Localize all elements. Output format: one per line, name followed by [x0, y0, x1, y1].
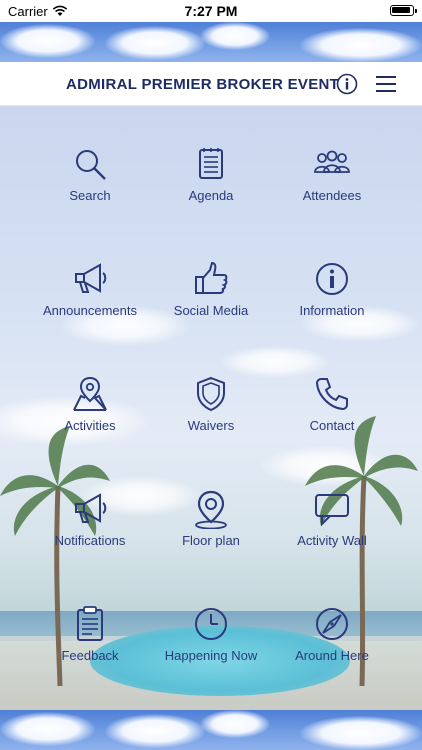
- tile-label: Announcements: [43, 303, 137, 318]
- tile-notifications[interactable]: Notifications: [30, 489, 150, 548]
- tile-label: Contact: [309, 418, 355, 433]
- chat-icon: [315, 494, 349, 527]
- tile-label: Social Media: [173, 303, 249, 318]
- tile-attendees[interactable]: Attendees: [272, 144, 392, 203]
- tile-contact[interactable]: Contact: [272, 374, 392, 433]
- tile-label: Information: [299, 303, 365, 318]
- page-title: ADMIRAL PREMIER BROKER EVENT: [66, 76, 340, 93]
- tile-social-media[interactable]: Social Media: [151, 259, 271, 318]
- shield-icon: [197, 376, 225, 412]
- tile-feedback[interactable]: Feedback: [30, 604, 150, 663]
- tile-label: Waivers: [187, 418, 235, 433]
- tile-label: Around Here: [295, 648, 369, 663]
- app-header: ADMIRAL PREMIER BROKER EVENT: [0, 62, 422, 106]
- footer-banner-image: [0, 710, 422, 750]
- clock-time: 7:27 PM: [184, 3, 238, 19]
- battery-icon: [390, 5, 417, 16]
- location-pin-icon: [195, 490, 227, 529]
- tile-label: Feedback: [61, 648, 119, 663]
- tile-label: Notifications: [54, 533, 126, 548]
- tile-floor-plan[interactable]: Floor plan: [151, 489, 271, 548]
- tile-label: Search: [69, 188, 111, 203]
- tile-agenda[interactable]: Agenda: [151, 144, 271, 203]
- megaphone-icon: [75, 493, 107, 523]
- info-icon-button[interactable]: [336, 73, 358, 95]
- tile-label: Attendees: [302, 188, 362, 203]
- agenda-icon: [199, 148, 223, 179]
- search-icon: [76, 150, 106, 180]
- info-icon: [316, 263, 348, 295]
- tile-waivers[interactable]: Waivers: [151, 374, 271, 433]
- tile-label: Activity Wall: [297, 533, 367, 548]
- map-pin-icon: [73, 376, 107, 411]
- tile-label: Agenda: [188, 188, 234, 203]
- compass-icon: [316, 608, 348, 640]
- menu-icon-button[interactable]: [375, 74, 397, 94]
- tile-activities[interactable]: Activities: [30, 374, 150, 433]
- attendees-icon: [314, 150, 350, 173]
- tile-label: Activities: [64, 418, 116, 433]
- tile-activity-wall[interactable]: Activity Wall: [272, 489, 392, 548]
- tile-around-here[interactable]: Around Here: [272, 604, 392, 663]
- status-bar: Carrier 7:27 PM: [0, 0, 422, 22]
- tile-information[interactable]: Information: [272, 259, 392, 318]
- tile-label: Happening Now: [164, 648, 258, 663]
- tile-announcements[interactable]: Announcements: [30, 259, 150, 318]
- thumbs-up-icon: [195, 261, 228, 294]
- tile-happening-now[interactable]: Happening Now: [151, 604, 271, 663]
- phone-icon: [315, 378, 348, 411]
- header-banner-image: [0, 22, 422, 62]
- tile-search[interactable]: Search: [30, 144, 150, 203]
- megaphone-icon: [75, 263, 107, 293]
- clock-icon: [195, 608, 227, 640]
- tile-label: Floor plan: [182, 533, 240, 548]
- clipboard-icon: [77, 606, 103, 641]
